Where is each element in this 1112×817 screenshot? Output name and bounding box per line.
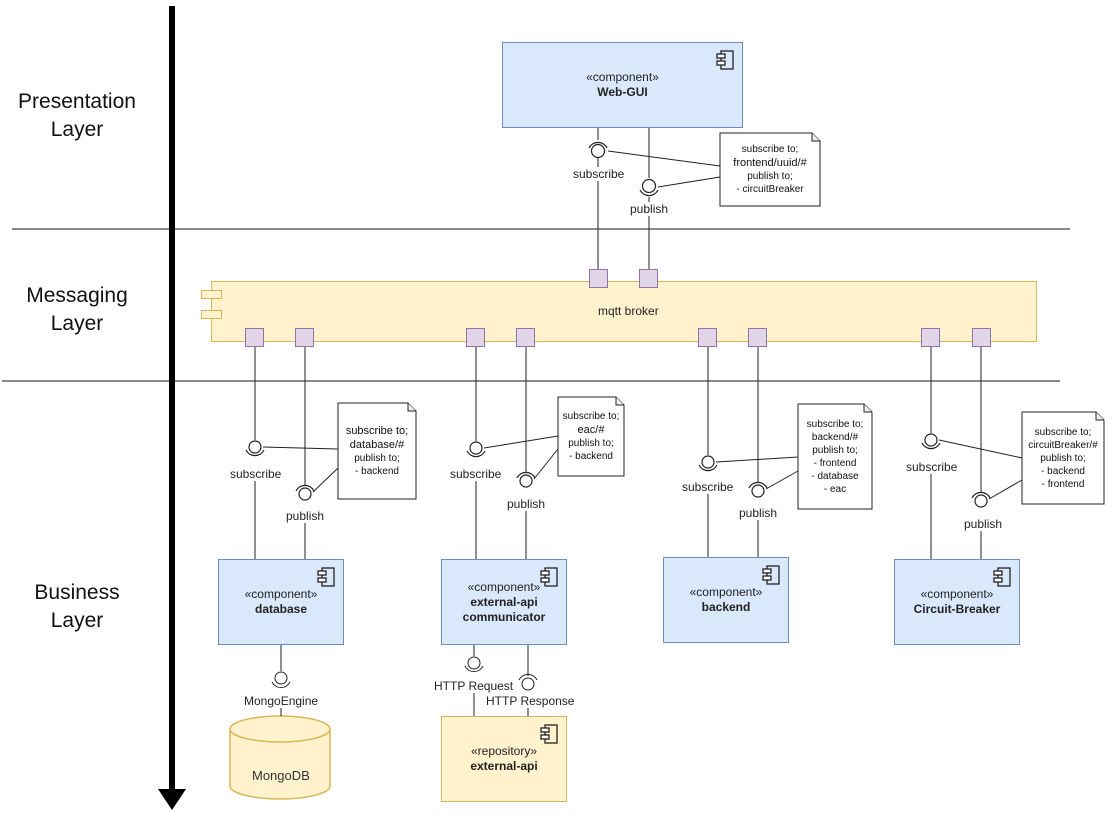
broker-port-eac-subscribe[interactable] [466,328,485,347]
subscribe-socket-icon [245,440,265,457]
component-backend[interactable]: «component» backend [663,557,789,643]
note-publish-target: - circuitBreaker [736,184,804,195]
broker-port-circuit-breaker-publish[interactable] [972,328,991,347]
component-name: backend [701,600,751,614]
note-publish-target: - backend [569,451,613,462]
note-publish-target: - eac [823,483,847,495]
publish-socket-icon [516,471,536,488]
note-publish-target: - frontend [1041,478,1085,490]
connector-eac [475,347,559,559]
stereotype: «component» [586,70,659,84]
note-database: subscribe to; database/# publish to; - b… [338,403,416,499]
component-icon [540,724,558,744]
component-circuit-breaker[interactable]: «component» Circuit-Breaker [894,559,1020,645]
interface-label-subscribe: subscribe [572,167,626,181]
interface-label-subscribe: subscribe [681,480,735,494]
note-backend: subscribe to; backend/# publish to; - fr… [798,404,872,509]
note-publish-target: - frontend [813,457,857,469]
note-publish-title: publish to; [812,444,858,456]
note-subscribe-topic: circuitBreaker/# [1028,439,1098,451]
broker-port-backend-subscribe[interactable] [698,328,717,347]
broker-port-circuit-breaker-subscribe[interactable] [921,328,940,347]
mongodb-label: MongoDB [252,768,310,783]
layer-label-presentation: Presentation Layer [18,90,136,141]
component-name: external-api [470,759,538,773]
interface-label-publish: publish [285,509,326,523]
interface-label-publish: publish [738,506,779,520]
layer-label-business: Business Layer [34,581,120,632]
publish-socket-icon [971,491,991,508]
broker-nub-icon [201,310,222,319]
stereotype: «component» [920,587,994,601]
flow-arrow [158,6,186,810]
component-name: database [254,602,308,616]
note-subscribe-title: subscribe to; [345,425,409,437]
component-web-gui[interactable]: «component» Web-GUI [502,42,743,128]
component-name: external-api communicator [462,594,546,624]
component-name: Web-GUI [597,85,648,99]
subscribe-socket-icon [921,433,941,450]
web-gui-connectors [597,127,721,270]
note-publish-title: publish to; [747,171,793,182]
component-external-api-communicator[interactable]: «component» external-api communicator [441,559,567,645]
stereotype: «component» [244,587,318,601]
component-database[interactable]: «component» database [218,559,344,645]
component-icon [762,565,780,585]
interface-label-http-response: HTTP Response [485,694,576,708]
interface-label-publish: publish [506,497,547,511]
broker-port-web-gui-subscribe[interactable] [589,269,608,288]
note-web-gui: subscribe to; frontend/uuid/# publish to… [720,133,820,206]
broker-port-database-publish[interactable] [295,328,314,347]
interface-label-http-request: HTTP Request [433,679,515,693]
stereotype: «component» [467,579,541,594]
broker-port-backend-publish[interactable] [748,328,767,347]
interface-label-publish: publish [629,202,670,216]
connector-backend [707,347,799,557]
broker-nub-icon [201,290,222,299]
note-publish-title: publish to; [354,453,400,464]
note-subscribe-topic: eac/# [577,424,605,436]
note-subscribe-title: subscribe to; [806,418,864,430]
note-publish-target: - database [811,470,859,482]
note-publish-target: - backend [1041,465,1085,477]
subscribe-socket-icon [588,141,608,159]
connector-database [254,347,339,559]
interface-label-subscribe: subscribe [905,460,959,474]
stereotype: «component» [689,585,763,599]
interface-label-publish: publish [963,517,1004,531]
component-icon [716,50,734,70]
publish-socket-icon [639,178,659,197]
note-subscribe-title: subscribe to; [562,411,620,422]
note-publish-target: - backend [355,466,399,477]
layer-label-messaging: Messaging Layer [26,284,128,335]
broker-port-database-subscribe[interactable] [245,328,264,347]
note-publish-title: publish to; [568,438,614,449]
note-subscribe-topic: backend/# [811,431,859,443]
component-icon [317,567,335,587]
component-icon [993,567,1011,587]
component-name: Circuit-Breaker [913,602,1001,616]
note-subscribe-title: subscribe to; [1034,426,1092,438]
note-circuit-breaker: subscribe to; circuitBreaker/# publish t… [1022,412,1104,504]
subscribe-socket-icon [466,441,486,458]
interface-label-subscribe: subscribe [449,467,503,481]
note-subscribe-title: subscribe to; [741,144,799,155]
publish-socket-icon [748,481,768,498]
broker-port-eac-publish[interactable] [516,328,535,347]
note-publish-title: publish to; [1040,452,1086,464]
note-subscribe-topic: frontend/uuid/# [733,157,807,169]
subscribe-socket-icon [698,455,718,472]
component-icon [540,567,558,587]
stereotype: «repository» [470,744,538,758]
interface-label-mongoengine: MongoEngine [243,694,320,708]
broker-label: mqtt broker [598,304,659,318]
note-subscribe-topic: database/# [349,439,405,451]
publish-socket-icon [295,484,315,501]
interface-label-subscribe: subscribe [229,467,283,481]
broker-port-web-gui-publish[interactable] [639,269,658,288]
note-external-api-communicator: subscribe to; eac/# publish to; - backen… [558,397,624,476]
mongodb-cylinder [229,715,331,800]
repository-external-api[interactable]: «repository» external-api [441,716,567,802]
